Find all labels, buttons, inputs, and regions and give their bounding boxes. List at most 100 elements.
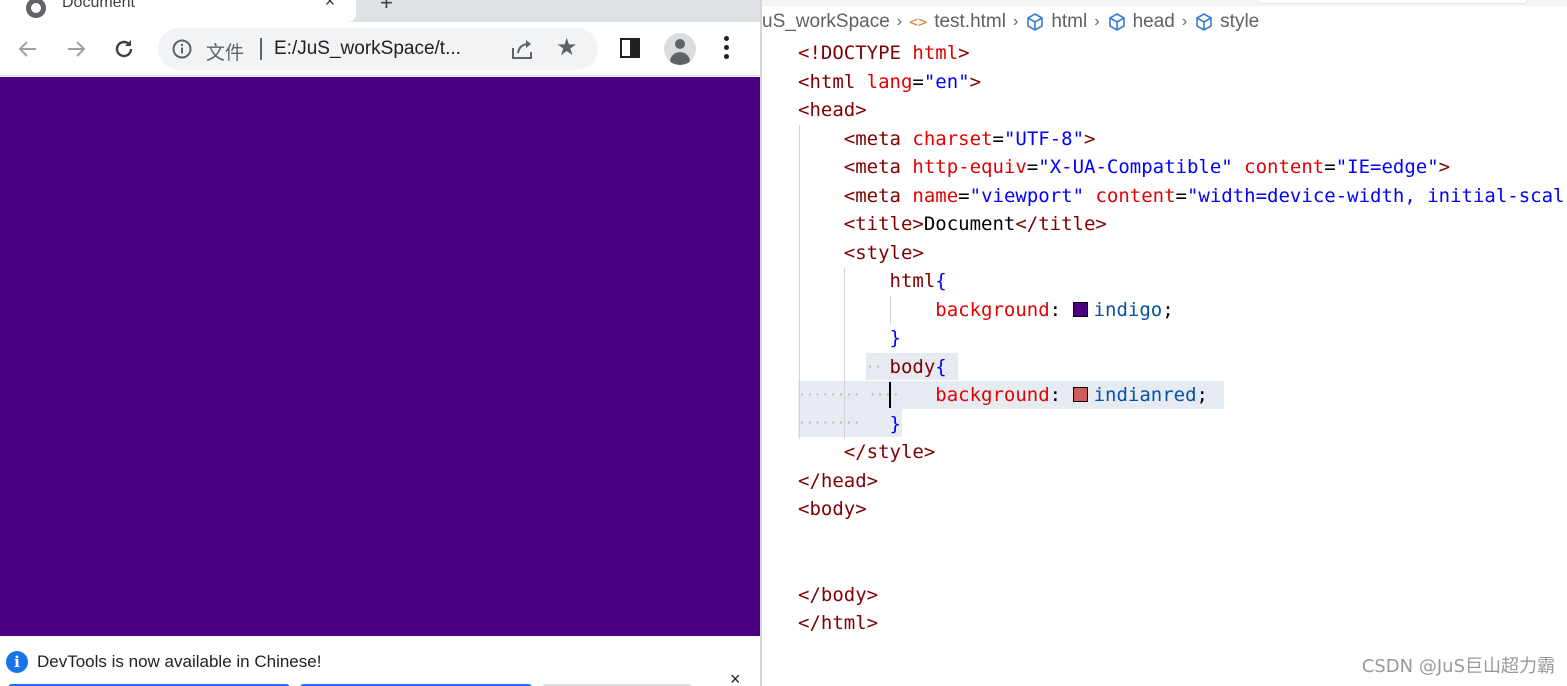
breadcrumb-item-head[interactable]: head [1107,11,1175,33]
code-line[interactable]: html{ [798,267,1564,296]
code-token: </title> [1015,213,1107,235]
code-token: <html [798,70,867,93]
code-line[interactable]: background: indianred; [798,381,1564,410]
code-line[interactable]: } [798,410,1564,439]
code-line[interactable]: <body> [798,495,1564,524]
watermark: CSDN @JuS巨山超力霸 [1361,656,1555,677]
code-token: "X-UA-Compatible" [1038,156,1233,178]
chevron-right-icon: › [1181,13,1188,30]
code-token: html [912,42,959,64]
code-token: indianred [1093,384,1197,406]
code-token: content [1232,156,1325,178]
page-viewport[interactable] [0,77,760,636]
code-token: ; [1196,384,1208,406]
code-token: : [1049,384,1073,406]
code-line[interactable]: </body> [798,581,1564,610]
code-token: </html> [798,612,879,634]
code-area[interactable]: <!DOCTYPE html> <html lang="en"> <head> … [798,39,1564,638]
editor-tab[interactable] [1258,0,1528,4]
code-token: <title> [843,213,924,235]
address-bar[interactable]: 文件 E:/JuS_workSpace/t... ★ [158,28,598,70]
code-line[interactable]: </head> [798,467,1564,496]
profile-avatar-icon[interactable] [664,33,696,65]
code-token: = [958,184,970,207]
site-info-label[interactable]: 文件 [206,38,244,65]
side-panel-icon[interactable] [620,38,640,58]
tab-title: Document [62,0,135,11]
code-token: = [1175,184,1187,207]
bookmark-star-icon[interactable]: ★ [556,36,578,60]
code-token: background [935,298,1050,321]
code-token: "viewport" [969,184,1085,207]
code-line[interactable]: body{ [798,353,1564,382]
cube-icon [1196,13,1212,31]
code-line[interactable]: <head> [798,96,1564,125]
reload-button[interactable] [109,34,139,64]
code-token: </head> [798,469,879,492]
separator [260,38,262,60]
more-menu-icon[interactable] [724,36,730,62]
code-line[interactable] [798,524,1564,553]
browser-toolbar: 文件 E:/JuS_workSpace/t... ★ [0,22,760,76]
code-token: background [935,384,1050,406]
code-line[interactable]: <meta http-equiv="X-UA-Compatible" conte… [798,153,1564,182]
info-icon[interactable] [172,39,192,59]
new-tab-icon[interactable]: + [380,0,393,16]
cube-icon [1108,13,1125,31]
code-editor: uS_workSpace › <> test.html › html › head… [760,0,1567,686]
arrow-right-icon [68,41,86,57]
code-line[interactable]: <!DOCTYPE html> [798,39,1564,68]
back-button[interactable] [13,34,43,64]
globe-icon [26,0,46,18]
editor-tab-strip [762,0,1567,6]
code-line[interactable] [798,552,1564,581]
html-file-icon: <> [909,13,928,31]
code-token: lang [866,70,913,93]
tab-document[interactable]: Document × [0,0,356,22]
code-token: indigo [1093,298,1163,321]
code-line[interactable]: <html lang="en"> [798,68,1564,97]
browser-window: Document × + 文件 E:/JuS_workSpace/t... ★ [0,0,760,686]
color-swatch-indigo[interactable] [1072,301,1088,317]
tab-strip: Document × + [0,0,760,22]
code-token: </body> [798,583,879,606]
code-line[interactable]: background: indigo; [798,296,1564,325]
url-text[interactable]: E:/JuS_workSpace/t... [274,38,461,60]
forward-button[interactable] [61,34,91,64]
code-line[interactable]: </style> [798,438,1564,467]
code-line[interactable]: } [798,324,1564,353]
code-token: "width=device-width, initial-scal [1186,184,1565,207]
code-token: name [912,184,959,207]
code-token: body [889,355,936,378]
code-token: = [1324,156,1336,178]
code-token: <head> [798,99,867,121]
code-token: Document [923,213,1016,235]
close-icon[interactable]: × [730,669,741,686]
code-token: charset [912,127,993,150]
chevron-right-icon: › [896,13,903,30]
code-token: <meta [843,184,913,207]
code-token: <body> [798,498,867,520]
code-token: <style> [843,241,924,264]
code-token: } [889,327,901,349]
code-line[interactable]: <style> [798,239,1564,268]
code-token: > [958,42,970,64]
code-line[interactable]: </html> [798,609,1564,638]
code-token: "en" [923,70,970,93]
code-token: http-equiv [912,156,1027,178]
breadcrumb-item-folder[interactable]: uS_workSpace [762,11,890,33]
color-swatch-indianred[interactable] [1072,387,1088,402]
code-token: > [1438,156,1451,178]
reload-icon [115,40,133,58]
share-icon[interactable] [510,37,536,61]
breadcrumb-item-style[interactable]: style [1194,11,1259,33]
code-line[interactable]: <title>Document</title> [798,210,1564,239]
breadcrumb-item-file[interactable]: <> test.html [909,11,1006,33]
code-line[interactable]: <meta name="viewport" content="width=dev… [798,182,1565,211]
breadcrumb-item-html[interactable]: html [1025,11,1087,33]
code-token: > [969,70,982,93]
code-token: html [889,270,936,292]
tab-close-icon[interactable]: × [320,0,340,12]
info-icon: i [6,651,28,673]
code-line[interactable]: <meta charset="UTF-8"> [798,125,1564,154]
